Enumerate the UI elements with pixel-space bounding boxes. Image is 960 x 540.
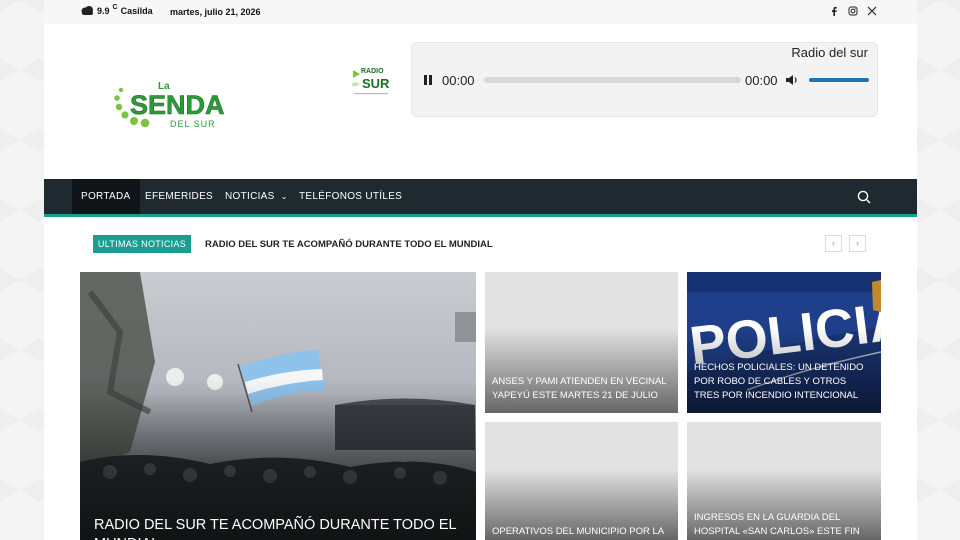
featured-tile-1[interactable]: RADIO DEL SUR TE ACOMPAÑÓ DURANTE TODO E… [80,272,476,540]
radio-logo-small: del [352,82,359,88]
featured-tile-2-title: ANSES Y PAMI ATIENDEN EN VECINAL YAPEYÚ … [492,376,667,401]
logo-text-del-sur: DEL SUR [170,119,216,129]
radio-logo[interactable]: RADIO del SUR [350,64,392,98]
nav-item-noticias-label: NOTICIAS [225,191,275,202]
x-twitter-icon[interactable] [867,5,877,17]
nav-item-telefonos[interactable]: TELÉFONOS UTÍLES [299,179,402,214]
featured-tile-5-title: INGRESOS EN LA GUARDIA DEL HOSPITAL «SAN… [694,512,860,537]
audio-player: Radio del sur 00:00 00:00 [411,42,878,117]
page-container: 9.9 C Casilda martes, julio 21, 2026 La … [44,0,917,540]
facebook-icon[interactable] [829,5,839,17]
top-bar: 9.9 C Casilda martes, julio 21, 2026 [44,0,917,24]
nav-item-noticias[interactable]: NOTICIAS ⌄ [225,179,288,214]
featured-tile-3-title: HECHOS POLICIALES: UN DETENIDO POR ROBO … [694,362,864,401]
featured-tile-4-title: OPERATIVOS DEL MUNICIPIO POR LA [492,526,665,537]
main-navigation: PORTADA EFEMERIDES NOTICIAS ⌄ TELÉFONOS … [44,179,917,217]
current-time: 00:00 [442,73,475,88]
volume-slider[interactable] [809,78,869,82]
logo-text-senda: SENDA [130,90,225,120]
cloud-icon [81,6,93,15]
nav-item-efemerides[interactable]: EFEMERIDES [145,179,213,214]
city-name: Casilda [120,6,153,16]
site-logo[interactable]: La SENDA DEL SUR [114,80,254,130]
weather-widget: 9.9 C Casilda [80,3,153,17]
player-title: Radio del sur [791,45,868,60]
search-icon[interactable] [857,190,871,204]
radio-logo-top: RADIO [361,68,384,75]
ticker-label: ULTIMAS NOTICIAS [93,235,191,253]
ticker-prev-button[interactable]: ‹ [825,235,842,252]
featured-tile-3[interactable]: POLICIA HECHOS POLICIALES: UN DETENIDO P… [687,272,881,413]
ticker-headline[interactable]: RADIO DEL SUR TE ACOMPAÑÓ DURANTE TODO E… [205,239,493,250]
current-date: martes, julio 21, 2026 [170,7,261,17]
temperature-unit: C [112,3,118,11]
duration-time: 00:00 [745,73,778,88]
featured-tile-2[interactable]: ANSES Y PAMI ATIENDEN EN VECINAL YAPEYÚ … [485,272,678,413]
nav-item-portada[interactable]: PORTADA [72,179,140,214]
progress-track[interactable] [484,77,741,83]
pause-icon[interactable] [424,75,432,85]
featured-tile-1-title: RADIO DEL SUR TE ACOMPAÑÓ DURANTE TODO E… [94,517,457,540]
featured-tile-4[interactable]: OPERATIVOS DEL MUNICIPIO POR LA [485,422,678,540]
temperature-value: 9.9 [97,6,110,16]
featured-tile-5[interactable]: INGRESOS EN LA GUARDIA DEL HOSPITAL «SAN… [687,422,881,540]
instagram-icon[interactable] [848,5,858,17]
volume-icon[interactable] [785,74,798,86]
social-links [829,5,877,17]
ticker-next-button[interactable]: › [849,235,866,252]
chevron-down-icon: ⌄ [280,192,288,201]
radio-logo-main: SUR [362,76,390,91]
